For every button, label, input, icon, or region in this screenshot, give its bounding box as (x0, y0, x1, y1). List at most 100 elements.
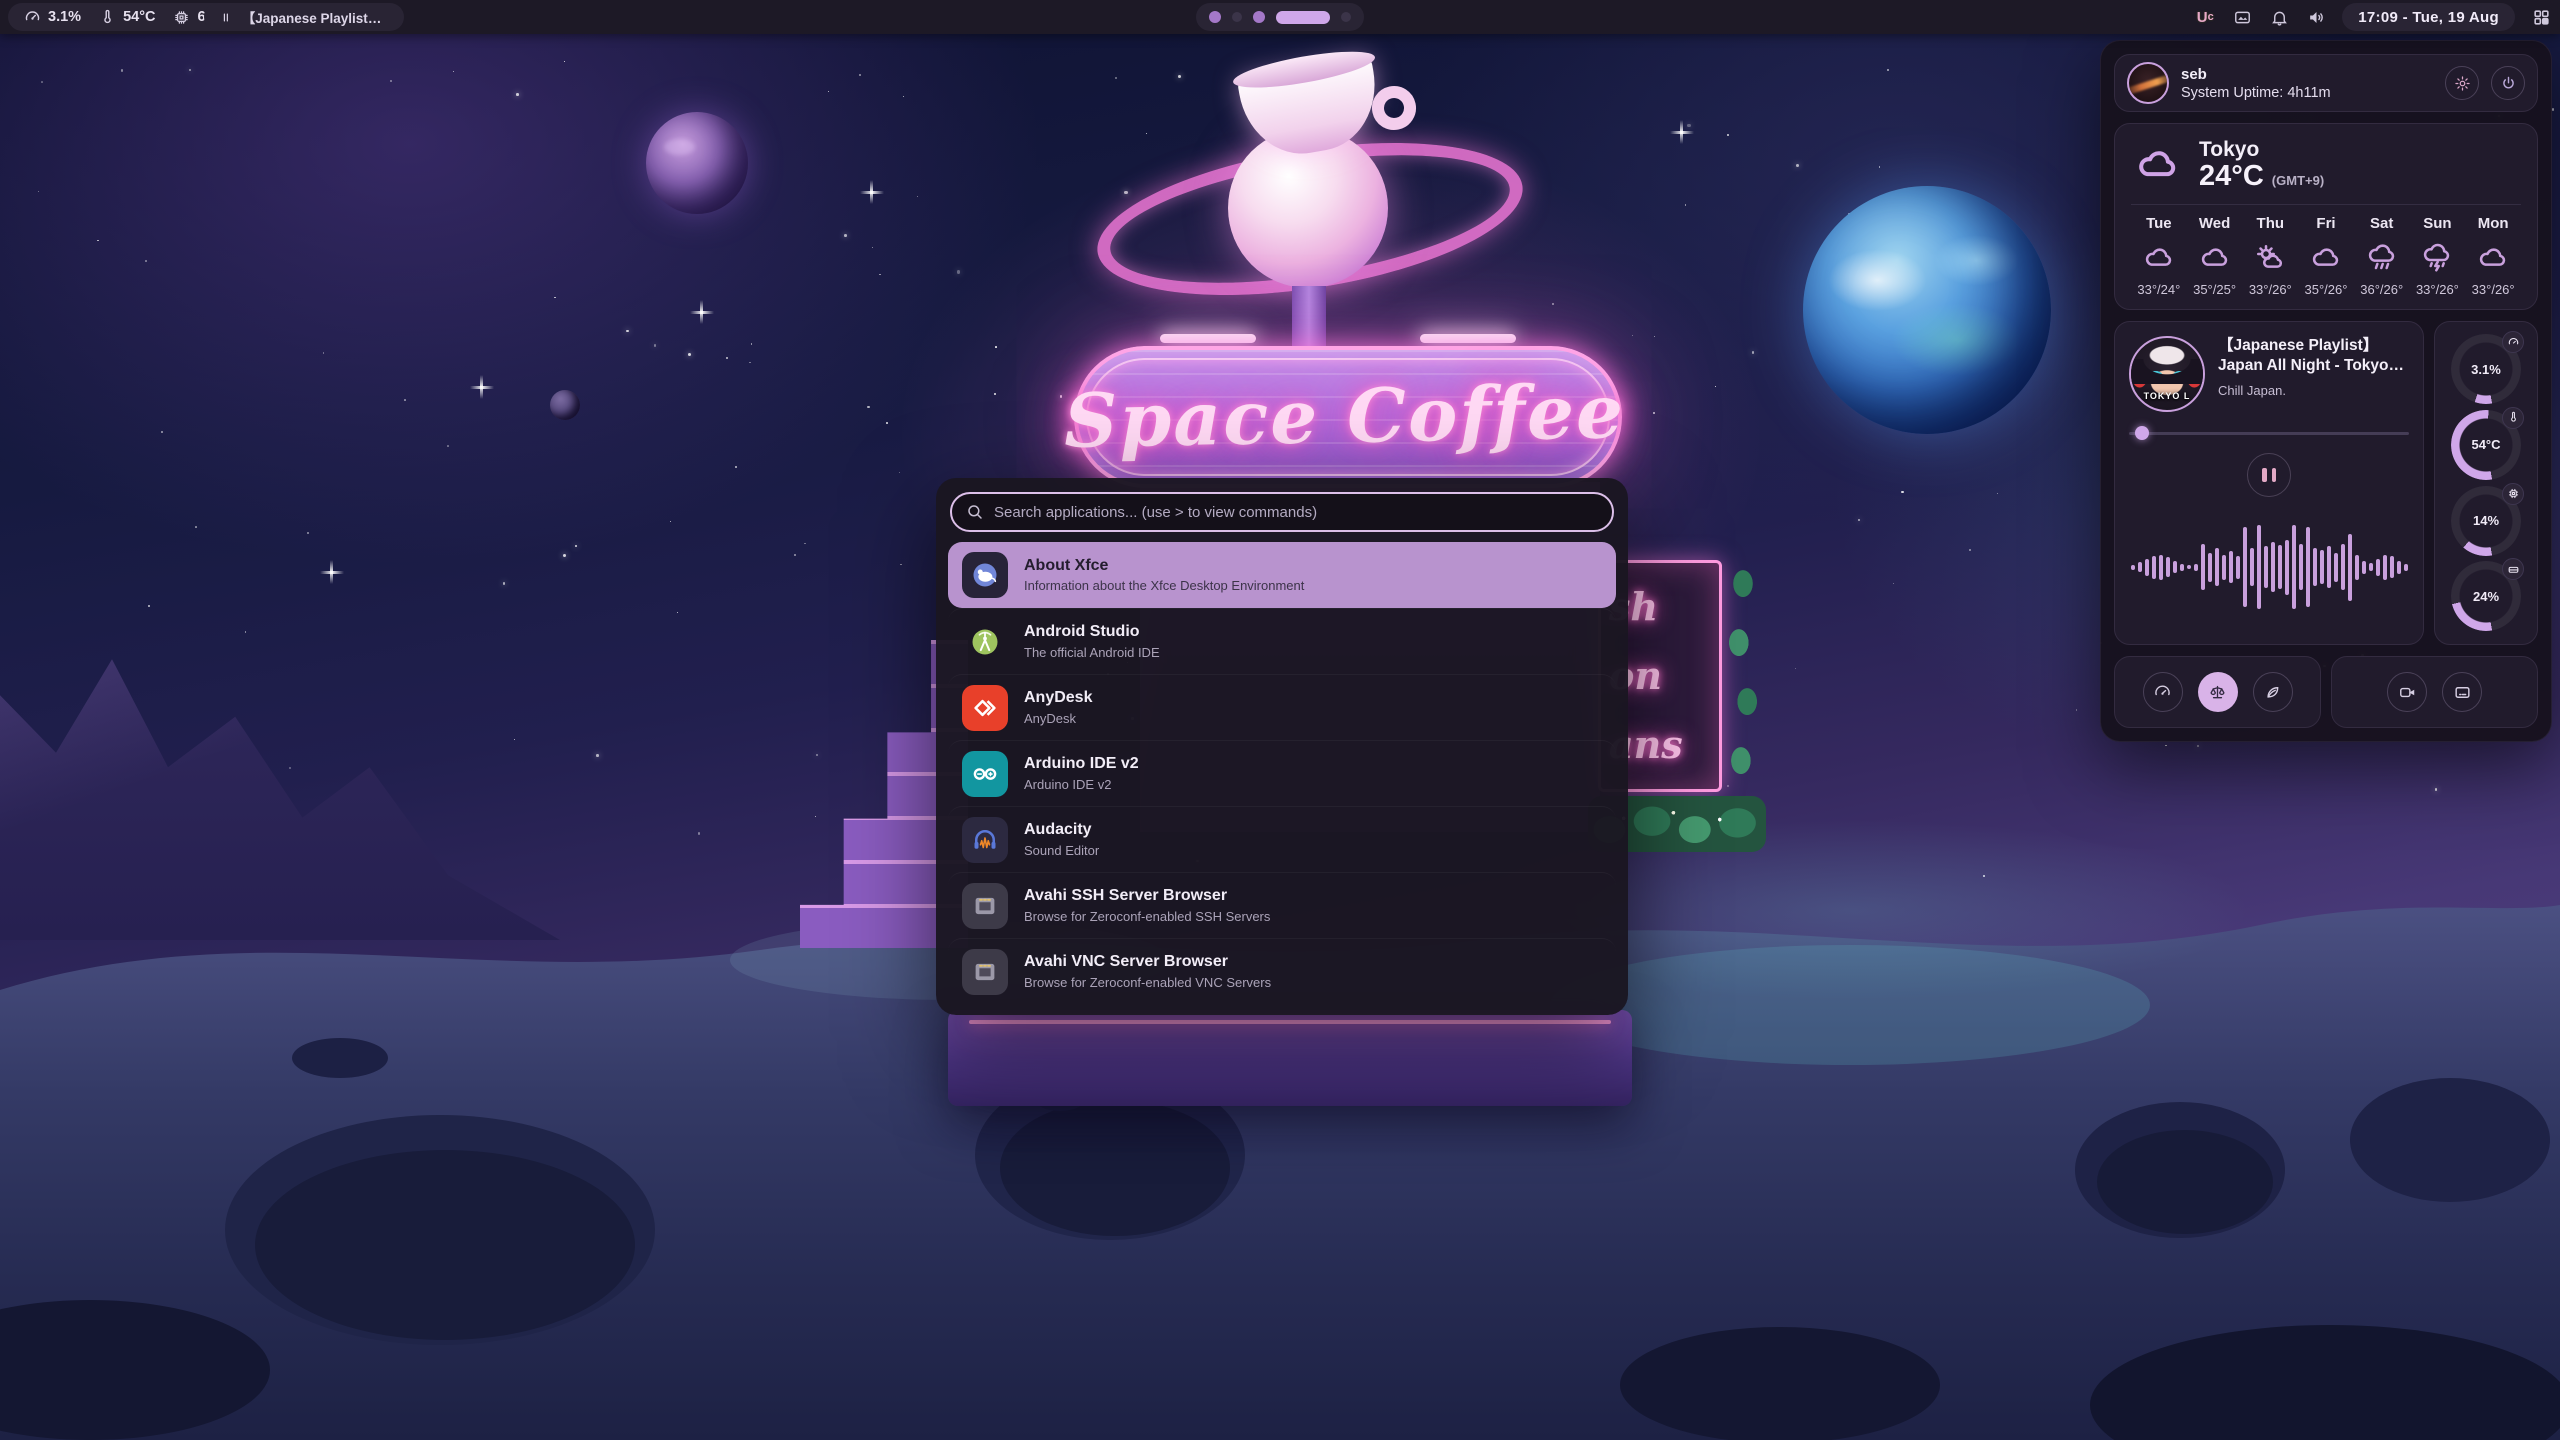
slider-thumb[interactable] (2135, 426, 2149, 440)
star-sparkle (330, 560, 333, 584)
forecast-weather-icon (2354, 238, 2410, 278)
star-sparkle (480, 375, 483, 399)
app-row-avahi-ssh[interactable]: Avahi SSH Server BrowserBrowse for Zeroc… (948, 872, 1616, 938)
app-row-android-studio[interactable]: Android StudioThe official Android IDE (948, 608, 1616, 674)
workspace-dot[interactable] (1232, 12, 1242, 22)
system-uptime: System Uptime: 4h11m (2181, 85, 2433, 101)
workspace-indicator[interactable] (1196, 3, 1364, 31)
balanced-mode-button[interactable] (2198, 672, 2238, 712)
user-card: seb System Uptime: 4h11m (2114, 54, 2538, 112)
thermometer-icon (2502, 407, 2524, 429)
workspace-active-pill[interactable] (1276, 11, 1330, 24)
power-icon (2500, 75, 2517, 92)
app-list: About XfceInformation about the Xfce Des… (948, 542, 1616, 1004)
forecast-day: Thu33°/26° (2242, 215, 2298, 297)
memory-gauge: 14% (2451, 486, 2521, 556)
temp-stat: 54°C (99, 9, 155, 26)
app-name: AnyDesk (1024, 689, 1092, 707)
album-art-text: TOKYO L (2131, 391, 2203, 401)
gear-icon (2454, 75, 2471, 92)
dashboard-grid-icon[interactable] (2530, 6, 2552, 28)
neon-sign: Space Coffee (1074, 346, 1622, 488)
app-icon (962, 817, 1008, 863)
side-panel: seb System Uptime: 4h11m Tokyo 24°C (GMT… (2100, 40, 2552, 742)
forecast-weather-icon (2298, 238, 2354, 278)
app-description: Browse for Zeroconf-enabled VNC Servers (1024, 975, 1271, 990)
app-row-audacity[interactable]: AudacitySound Editor (948, 806, 1616, 872)
app-description: Arduino IDE v2 (1024, 777, 1139, 792)
divider (2131, 204, 2521, 205)
power-saver-mode-button[interactable] (2253, 672, 2293, 712)
app-icon (962, 883, 1008, 929)
disk-gauge: 24% (2451, 561, 2521, 631)
search-input[interactable] (994, 504, 1598, 521)
wallpaper-icon[interactable] (2231, 6, 2253, 28)
clock[interactable]: 17:09 - Tue, 19 Aug (2342, 3, 2515, 31)
cpu-stat: 3.1% (24, 9, 81, 26)
forecast-day: Sat36°/26° (2354, 215, 2410, 297)
forecast-weather-icon (2187, 238, 2243, 278)
forecast-day: Wed35°/25° (2187, 215, 2243, 297)
app-icon (962, 619, 1008, 665)
top-bar-right: Uc 17:09 - Tue, 19 Aug (2194, 0, 2552, 34)
track-subtitle: Chill Japan. (2218, 383, 2409, 398)
forecast-row: Tue33°/24° Wed35°/25° Thu33°/26° Fri35°/… (2131, 215, 2521, 297)
leaf-icon (2263, 683, 2282, 702)
track-title: 【Japanese Playlist】 Japan All Night - To… (2218, 336, 2409, 376)
chip-icon (173, 9, 190, 26)
music-player-card: TOKYO L 【Japanese Playlist】 Japan All Ni… (2114, 321, 2424, 645)
forecast-weather-icon (2465, 238, 2521, 278)
app-launcher: About XfceInformation about the Xfce Des… (936, 478, 1628, 1015)
forecast-weather-icon (2131, 238, 2187, 278)
screen-record-button[interactable] (2387, 672, 2427, 712)
pause-button[interactable] (2247, 453, 2291, 497)
star-sparkle (700, 300, 703, 324)
app-row-avahi-vnc[interactable]: Avahi VNC Server BrowserBrowse for Zeroc… (948, 938, 1616, 1004)
audio-visualizer (2129, 505, 2409, 630)
star-sparkle (870, 180, 873, 204)
notifications-bell-icon[interactable] (2268, 6, 2290, 28)
app-name: Arduino IDE v2 (1024, 755, 1139, 773)
workspace-dot[interactable] (1209, 11, 1221, 23)
weather-temp: 24°C (2199, 161, 2264, 191)
scales-icon (2208, 683, 2227, 702)
pause-icon (220, 11, 232, 24)
power-profile-group (2114, 656, 2321, 728)
progress-slider[interactable] (2129, 426, 2409, 440)
star-sparkle (1680, 120, 1683, 144)
sign-lamp (1420, 334, 1516, 343)
forecast-weather-icon (2410, 238, 2466, 278)
performance-mode-button[interactable] (2143, 672, 2183, 712)
speedometer-icon (24, 9, 41, 26)
avatar (2127, 62, 2169, 104)
workspace-dot[interactable] (1341, 12, 1351, 22)
weather-card: Tokyo 24°C (GMT+9) Tue33°/24° Wed35°/25°… (2114, 123, 2538, 310)
earth-planet (1803, 186, 2051, 434)
app-row-arduino[interactable]: Arduino IDE v2 Arduino IDE v2 (948, 740, 1616, 806)
workspace-dot[interactable] (1253, 11, 1265, 23)
settings-button[interactable] (2445, 66, 2479, 100)
cpu-gauge: 3.1% (2451, 334, 2521, 404)
volume-icon[interactable] (2305, 6, 2327, 28)
screenshot-button[interactable] (2442, 672, 2482, 712)
app-icon (962, 552, 1008, 598)
app-name: Avahi SSH Server Browser (1024, 887, 1270, 905)
power-button[interactable] (2491, 66, 2525, 100)
top-bar: 3.1% 54°C 6.8G 【Japanese Playlist】 J... … (0, 0, 2560, 34)
keyboard-layout-icon[interactable]: Uc (2194, 6, 2216, 28)
thermometer-icon (99, 9, 116, 26)
hanging-plants (1722, 560, 1764, 796)
app-row-about-xfce[interactable]: About XfceInformation about the Xfce Des… (948, 542, 1616, 608)
search-icon (966, 503, 984, 521)
chip-icon (2502, 483, 2524, 505)
search-bar[interactable] (950, 492, 1614, 532)
weather-cloud-icon (2131, 143, 2185, 187)
sign-lamp (1160, 334, 1256, 343)
app-row-anydesk[interactable]: AnyDeskAnyDesk (948, 674, 1616, 740)
sign-text: Space Coffee (1064, 369, 1627, 465)
app-icon (962, 685, 1008, 731)
app-description: The official Android IDE (1024, 645, 1160, 660)
disk-icon (2502, 558, 2524, 580)
forecast-day: Mon33°/26° (2465, 215, 2521, 297)
now-playing-pill[interactable]: 【Japanese Playlist】 J... (204, 3, 404, 31)
